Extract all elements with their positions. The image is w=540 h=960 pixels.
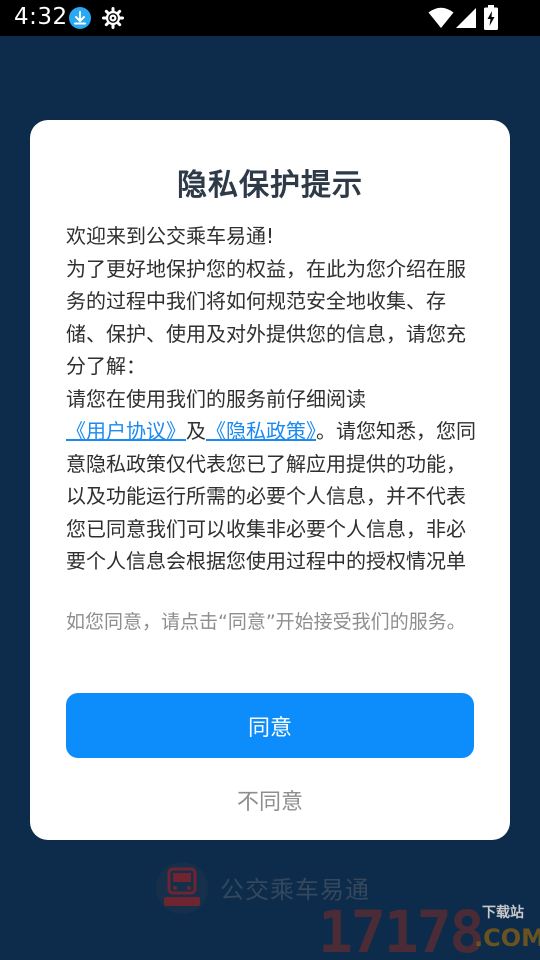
dialog-body[interactable]: 欢迎来到公交乘车易通! 为了更好地保护您的权益，在此为您介绍在服务的过程中我们将…	[66, 220, 476, 580]
disagree-button[interactable]: 不同意	[66, 780, 474, 820]
policy-paragraph: 请您在使用我们的服务前仔细阅读《用户协议》及《隐私政策》。请您知悉，您同意隐私政…	[66, 383, 476, 581]
app-logo	[156, 862, 208, 914]
user-agreement-link[interactable]: 《用户协议》	[66, 419, 186, 443]
download-icon	[69, 7, 91, 29]
gear-icon	[102, 7, 124, 29]
privacy-dialog: 隐私保护提示 欢迎来到公交乘车易通! 为了更好地保护您的权益，在此为您介绍在服务…	[30, 120, 510, 840]
policy-text-post: 。请您知悉，您同意隐私政策仅代表您已了解应用提供的功能，以及功能运行所需的必要个…	[66, 419, 476, 573]
watermark-number: 17178	[318, 898, 485, 960]
watermark-domain: .COM	[474, 924, 540, 952]
policy-text-mid: 及	[186, 419, 206, 443]
watermark-site: 下载站	[482, 905, 524, 921]
status-time: 4:32	[14, 4, 68, 30]
consent-note: 如您同意，请点击“同意”开始接受我们的服务。	[66, 611, 466, 633]
privacy-policy-link[interactable]: 《隐私政策》	[206, 419, 316, 443]
dialog-title: 隐私保护提示	[177, 168, 363, 203]
signal-icon	[456, 8, 476, 28]
agree-button[interactable]: 同意	[66, 693, 474, 758]
policy-text-pre: 请您在使用我们的服务前仔细阅读	[66, 386, 366, 411]
intro-text: 为了更好地保护您的权益，在此为您介绍在服务的过程中我们将如何规范安全地收集、存储…	[66, 256, 466, 379]
battery-charging-icon	[484, 5, 498, 30]
welcome-text: 欢迎来到公交乘车易通!	[66, 224, 275, 248]
wifi-icon	[428, 7, 454, 29]
status-bar: 4:32	[0, 0, 540, 36]
